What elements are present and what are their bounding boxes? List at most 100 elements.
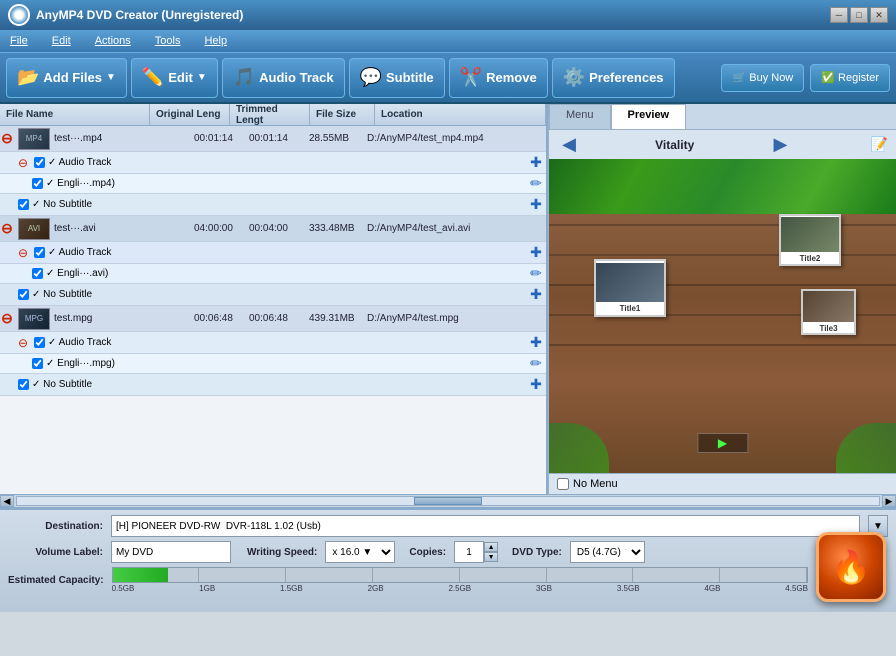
capacity-tick	[460, 568, 547, 582]
edit-track-2-button[interactable]: ✏	[526, 265, 546, 282]
menu-tools[interactable]: Tools	[151, 33, 185, 49]
buy-now-button[interactable]: 🛒 Buy Now	[721, 64, 804, 92]
audio-track-row-2: ⊖ ✓ Audio Track ✚	[0, 242, 546, 264]
options-row: Volume Label: Writing Speed: x 16.0 ▼ Co…	[8, 541, 888, 563]
dvd-type-select[interactable]: D5 (4.7G) ▼	[570, 541, 645, 563]
audio-track-child-checkbox-1[interactable]: ✓ Engli···.mp4)	[32, 178, 115, 189]
add-subtitle-1-button[interactable]: ✚	[526, 196, 546, 213]
title-card-3[interactable]: Tile3	[801, 289, 856, 335]
title-card-1[interactable]: Title1	[594, 259, 666, 317]
capacity-tick	[286, 568, 373, 582]
audio-track-checkbox-3[interactable]: ✓ Audio Track	[34, 337, 111, 348]
copies-group: ▲ ▼	[454, 541, 498, 563]
title-bar: AnyMP4 DVD Creator (Unregistered) ─ □ ✕	[0, 0, 896, 30]
col-trimmed: Trimmed Lengt	[230, 104, 310, 125]
preferences-button[interactable]: ⚙️ Preferences	[552, 58, 675, 98]
next-arrow-button[interactable]: ▶	[768, 134, 792, 155]
remove-track-3-button[interactable]: ⊖	[18, 336, 30, 350]
col-filename: File Name	[0, 104, 150, 125]
scroll-right-button[interactable]: ▶	[882, 495, 896, 507]
add-track-2-button[interactable]: ✚	[526, 244, 546, 261]
subtitle-row-1: ✓ No Subtitle ✚	[0, 194, 546, 216]
file-loc-2: D:/AnyMP4/test_avi.avi	[367, 223, 546, 234]
menu-file[interactable]: File	[6, 33, 32, 49]
title-label-2: Title2	[800, 254, 821, 263]
menu-help[interactable]: Help	[200, 33, 231, 49]
capacity-tick	[547, 568, 634, 582]
remove-row-2-button[interactable]: ⊖	[0, 220, 14, 237]
edit-template-button[interactable]: 📝	[871, 136, 888, 153]
file-loc-3: D:/AnyMP4/test.mpg	[367, 313, 546, 324]
close-button[interactable]: ✕	[870, 7, 888, 23]
volume-input[interactable]	[111, 541, 231, 563]
audio-track-checkbox-1[interactable]: ✓ Audio Track	[34, 157, 111, 168]
subtitle-button[interactable]: 💬 Subtitle	[349, 58, 445, 98]
add-files-dropdown-arrow[interactable]: ▼	[106, 72, 116, 83]
maximize-button[interactable]: □	[850, 7, 868, 23]
edit-button[interactable]: ✏️ Edit ▼	[131, 58, 218, 98]
edit-dropdown-arrow[interactable]: ▼	[197, 72, 207, 83]
copies-down-button[interactable]: ▼	[484, 552, 498, 562]
file-trim-2: 00:04:00	[249, 223, 309, 234]
audio-track-child-checkbox-2[interactable]: ✓ Engli···.avi)	[32, 268, 108, 279]
burn-button[interactable]: 🔥	[816, 532, 886, 602]
play-button[interactable]: ▶	[718, 436, 727, 450]
copies-label: Copies:	[409, 547, 446, 558]
file-size-3: 439.31MB	[309, 313, 367, 324]
title-label-3: Tile3	[819, 324, 837, 333]
add-subtitle-2-button[interactable]: ✚	[526, 286, 546, 303]
copies-input[interactable]	[454, 541, 484, 563]
writing-speed-label: Writing Speed:	[247, 547, 317, 558]
window-controls[interactable]: ─ □ ✕	[830, 7, 888, 23]
menu-actions[interactable]: Actions	[91, 33, 135, 49]
remove-icon: ✂️	[460, 67, 482, 88]
file-rows: ⊖ MP4 test···.mp4 00:01:14 00:01:14 28.5…	[0, 126, 546, 494]
file-size-1: 28.55MB	[309, 133, 367, 144]
copies-up-button[interactable]: ▲	[484, 542, 498, 552]
add-track-1-button[interactable]: ✚	[526, 154, 546, 171]
col-location: Location	[375, 104, 546, 125]
remove-row-1-button[interactable]: ⊖	[0, 130, 14, 147]
audio-track-button[interactable]: 🎵 Audio Track	[222, 58, 345, 98]
subtitle-icon: 💬	[360, 67, 382, 88]
remove-button[interactable]: ✂️ Remove	[449, 58, 548, 98]
audio-track-child-2: ✓ Engli···.avi) ✏	[0, 264, 546, 284]
title-card-2[interactable]: Title2	[779, 214, 841, 266]
remove-row-3-button[interactable]: ⊖	[0, 310, 14, 327]
add-files-label: Add Files	[43, 70, 102, 85]
register-button[interactable]: ✅ Register	[810, 64, 890, 92]
template-name: Vitality	[655, 138, 694, 152]
scrollbar-thumb[interactable]	[414, 497, 483, 505]
scrollbar-track	[16, 496, 880, 506]
minimize-button[interactable]: ─	[830, 7, 848, 23]
preview-panel: Menu Preview ◀ Vitality ▶ 📝	[548, 104, 896, 494]
audio-track-label: Audio Track	[259, 70, 333, 85]
volume-label: Volume Label:	[8, 547, 103, 558]
subtitle-checkbox-2[interactable]: ✓ No Subtitle	[18, 289, 92, 300]
subtitle-checkbox-1[interactable]: ✓ No Subtitle	[18, 199, 92, 210]
file-name-1: test···.mp4	[54, 133, 194, 144]
bottom-area: Destination: ▼ Volume Label: Writing Spe…	[0, 508, 896, 612]
add-subtitle-3-button[interactable]: ✚	[526, 376, 546, 393]
writing-speed-select[interactable]: x 16.0 ▼	[325, 541, 395, 563]
menu-edit[interactable]: Edit	[48, 33, 75, 49]
audio-track-child-checkbox-3[interactable]: ✓ Engli···.mpg)	[32, 358, 115, 369]
toolbar: 📂 Add Files ▼ ✏️ Edit ▼ 🎵 Audio Track 💬 …	[0, 52, 896, 104]
remove-track-1-button[interactable]: ⊖	[18, 156, 30, 170]
add-files-button[interactable]: 📂 Add Files ▼	[6, 58, 127, 98]
audio-track-checkbox-2[interactable]: ✓ Audio Track	[34, 247, 111, 258]
add-track-3-button[interactable]: ✚	[526, 334, 546, 351]
scroll-left-button[interactable]: ◀	[0, 495, 14, 507]
edit-track-3-button[interactable]: ✏	[526, 355, 546, 372]
edit-track-1-button[interactable]: ✏	[526, 175, 546, 192]
prev-arrow-button[interactable]: ◀	[557, 134, 581, 155]
subtitle-checkbox-3[interactable]: ✓ No Subtitle	[18, 379, 92, 390]
tab-preview[interactable]: Preview	[611, 104, 687, 129]
tab-menu[interactable]: Menu	[549, 104, 611, 129]
app-logo	[8, 4, 30, 26]
audio-track-row-1: ⊖ ✓ Audio Track ✚	[0, 152, 546, 174]
remove-track-2-button[interactable]: ⊖	[18, 246, 30, 260]
main-area: File Name Original Leng Trimmed Lengt Fi…	[0, 104, 896, 494]
no-menu-checkbox[interactable]	[557, 478, 569, 490]
destination-input[interactable]	[111, 515, 860, 537]
